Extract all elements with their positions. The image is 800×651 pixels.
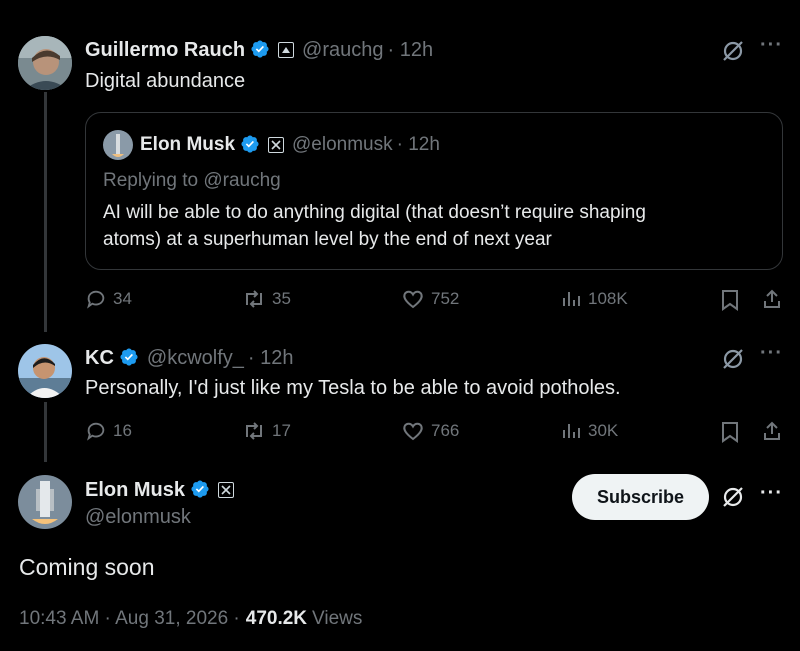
thread-line bbox=[44, 402, 47, 462]
avatar[interactable] bbox=[18, 475, 72, 529]
post-text: Coming soon bbox=[19, 554, 155, 580]
reply-button[interactable]: 34 bbox=[85, 288, 132, 310]
replying-to[interactable]: Replying to @rauchg bbox=[103, 170, 281, 192]
reply-button[interactable]: 16 bbox=[85, 420, 132, 442]
post-header: KC @kcwolfy_ · 12h bbox=[85, 344, 293, 372]
like-count: 766 bbox=[431, 421, 460, 440]
verified-badge-icon bbox=[250, 39, 270, 61]
post-meta: 10:43 AM · Aug 31, 2026 · 470.2K Views bbox=[19, 606, 362, 632]
post-time[interactable]: · 12h bbox=[388, 39, 434, 62]
thread-line bbox=[44, 92, 47, 332]
quote-header: Elon Musk @elonmusk · 12h bbox=[140, 132, 440, 158]
verified-badge-icon bbox=[119, 347, 139, 369]
reply-icon bbox=[87, 422, 105, 441]
author-name[interactable]: Elon Musk bbox=[85, 479, 185, 502]
views-icon bbox=[563, 292, 580, 306]
post-text: Digital abundance bbox=[85, 70, 246, 92]
share-icon[interactable] bbox=[762, 420, 782, 447]
repost-button[interactable]: 17 bbox=[242, 420, 291, 442]
reply-count: 34 bbox=[113, 289, 132, 308]
post-header: Guillermo Rauch @rauchg · 12h bbox=[85, 36, 433, 64]
like-icon bbox=[403, 290, 423, 309]
repost-count: 17 bbox=[272, 421, 291, 440]
views-button[interactable]: 30K bbox=[560, 420, 618, 442]
bookmark-icon[interactable] bbox=[720, 421, 740, 448]
quote-text-line: AI will be able to do anything digital (… bbox=[103, 202, 646, 223]
views-count: 30K bbox=[588, 421, 619, 440]
more-icon[interactable]: ··· bbox=[760, 342, 783, 365]
quote-time[interactable]: · 12h bbox=[397, 134, 440, 156]
author-handle[interactable]: @kcwolfy_ bbox=[147, 347, 244, 370]
grok-icon[interactable] bbox=[720, 484, 746, 515]
grok-icon[interactable] bbox=[720, 346, 746, 377]
author-handle[interactable]: @rauchg bbox=[302, 39, 383, 62]
avatar[interactable] bbox=[103, 130, 133, 160]
author-name[interactable]: Guillermo Rauch bbox=[85, 39, 245, 62]
bookmark-icon[interactable] bbox=[720, 289, 740, 316]
like-button[interactable]: 766 bbox=[401, 420, 459, 442]
reply-count: 16 bbox=[113, 421, 132, 440]
post-text: Personally, I'd just like my Tesla to be… bbox=[85, 377, 621, 399]
author-name[interactable]: KC bbox=[85, 347, 114, 370]
author-handle[interactable]: @elonmusk bbox=[85, 506, 191, 529]
verified-badge-icon bbox=[240, 134, 260, 156]
post-header: Elon Musk bbox=[85, 476, 235, 504]
reply-icon bbox=[87, 290, 105, 309]
repost-count: 35 bbox=[272, 289, 291, 308]
view-count: 470.2K bbox=[245, 608, 308, 629]
quote-author-handle[interactable]: @elonmusk bbox=[292, 134, 393, 156]
repost-icon bbox=[246, 422, 262, 440]
more-icon[interactable]: ··· bbox=[760, 34, 783, 57]
subscribe-button[interactable]: Subscribe bbox=[572, 474, 709, 520]
post-time[interactable]: · 12h bbox=[248, 347, 294, 370]
more-icon[interactable]: ··· bbox=[760, 482, 783, 505]
views-button[interactable]: 108K bbox=[560, 288, 628, 310]
grok-icon[interactable] bbox=[720, 38, 746, 69]
views-count: 108K bbox=[588, 289, 628, 308]
x-badge-icon bbox=[218, 482, 235, 498]
x-badge-icon bbox=[268, 137, 285, 153]
quote-author-name[interactable]: Elon Musk bbox=[140, 134, 235, 156]
views-label: Views bbox=[312, 608, 363, 629]
avatar[interactable] bbox=[18, 344, 72, 398]
like-count: 752 bbox=[431, 289, 460, 308]
repost-icon bbox=[246, 290, 262, 308]
avatar[interactable] bbox=[18, 36, 72, 90]
views-icon bbox=[563, 424, 580, 438]
verified-badge-icon bbox=[190, 479, 210, 501]
affiliate-badge-icon bbox=[278, 42, 295, 58]
quote-text-line: atoms) at a superhuman level by the end … bbox=[103, 229, 552, 250]
post-timestamp[interactable]: 10:43 AM · Aug 31, 2026 · bbox=[19, 608, 240, 630]
like-button[interactable]: 752 bbox=[401, 288, 459, 310]
repost-button[interactable]: 35 bbox=[242, 288, 291, 310]
share-icon[interactable] bbox=[762, 288, 782, 315]
like-icon bbox=[403, 422, 423, 441]
